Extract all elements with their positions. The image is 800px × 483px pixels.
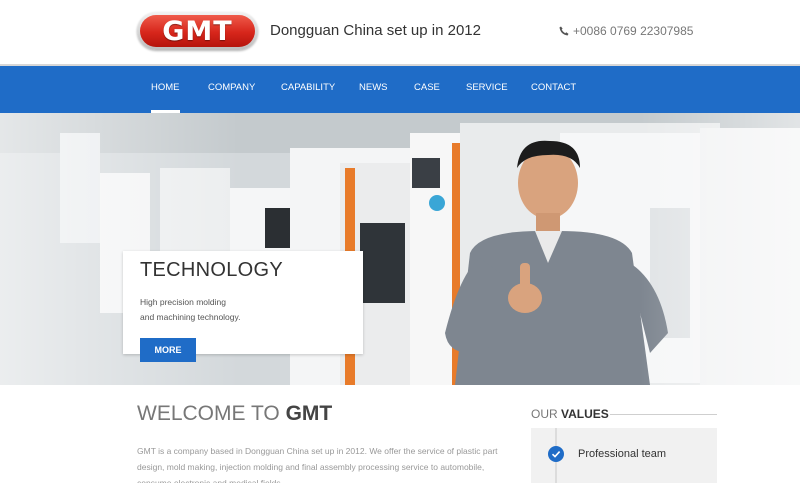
- phone-number: +0086 0769 22307985: [573, 24, 694, 38]
- hero-overlay: [0, 113, 800, 385]
- welcome-brand: GMT: [285, 402, 333, 425]
- nav-case[interactable]: CASE: [414, 66, 440, 113]
- nav-service[interactable]: SERVICE: [466, 66, 508, 113]
- values-heading-bold: VALUES: [561, 407, 609, 421]
- nav-news[interactable]: NEWS: [359, 66, 388, 113]
- hero-title: TECHNOLOGY: [140, 259, 284, 281]
- site-header: GMT Dongguan China set up in 2012 +0086 …: [0, 0, 800, 64]
- tagline: Dongguan China set up in 2012: [270, 22, 481, 39]
- hero-desc-line1: High precision molding: [140, 297, 226, 307]
- about-text: GMT is a company based in Dongguan China…: [137, 446, 498, 483]
- main-nav: HOME COMPANY CAPABILITY NEWS CASE SERVIC…: [0, 64, 800, 113]
- value-item-professional-team: Professional team: [578, 448, 667, 460]
- values-heading-prefix: OUR: [531, 407, 561, 421]
- nav-contact[interactable]: CONTACT: [531, 66, 576, 113]
- hero-description: High precision molding and machining tec…: [140, 295, 340, 325]
- nav-capability[interactable]: CAPABILITY: [281, 66, 335, 113]
- check-icon: [548, 446, 564, 462]
- hero-banner: TECHNOLOGY High precision molding and ma…: [0, 113, 800, 385]
- hero-desc-line2: and machining technology.: [140, 312, 241, 322]
- values-divider: [610, 414, 717, 415]
- phone-icon: [559, 26, 569, 36]
- logo-text: GMT: [140, 15, 255, 47]
- gmt-logo[interactable]: GMT: [137, 12, 258, 50]
- welcome-prefix: WELCOME TO: [137, 402, 286, 425]
- welcome-heading: WELCOME TO GMT: [137, 402, 332, 426]
- more-button[interactable]: MORE: [140, 338, 196, 362]
- phone-contact: +0086 0769 22307985: [559, 24, 693, 38]
- values-heading: OUR VALUES: [531, 407, 609, 421]
- nav-company[interactable]: COMPANY: [208, 66, 255, 113]
- nav-home[interactable]: HOME: [151, 66, 180, 113]
